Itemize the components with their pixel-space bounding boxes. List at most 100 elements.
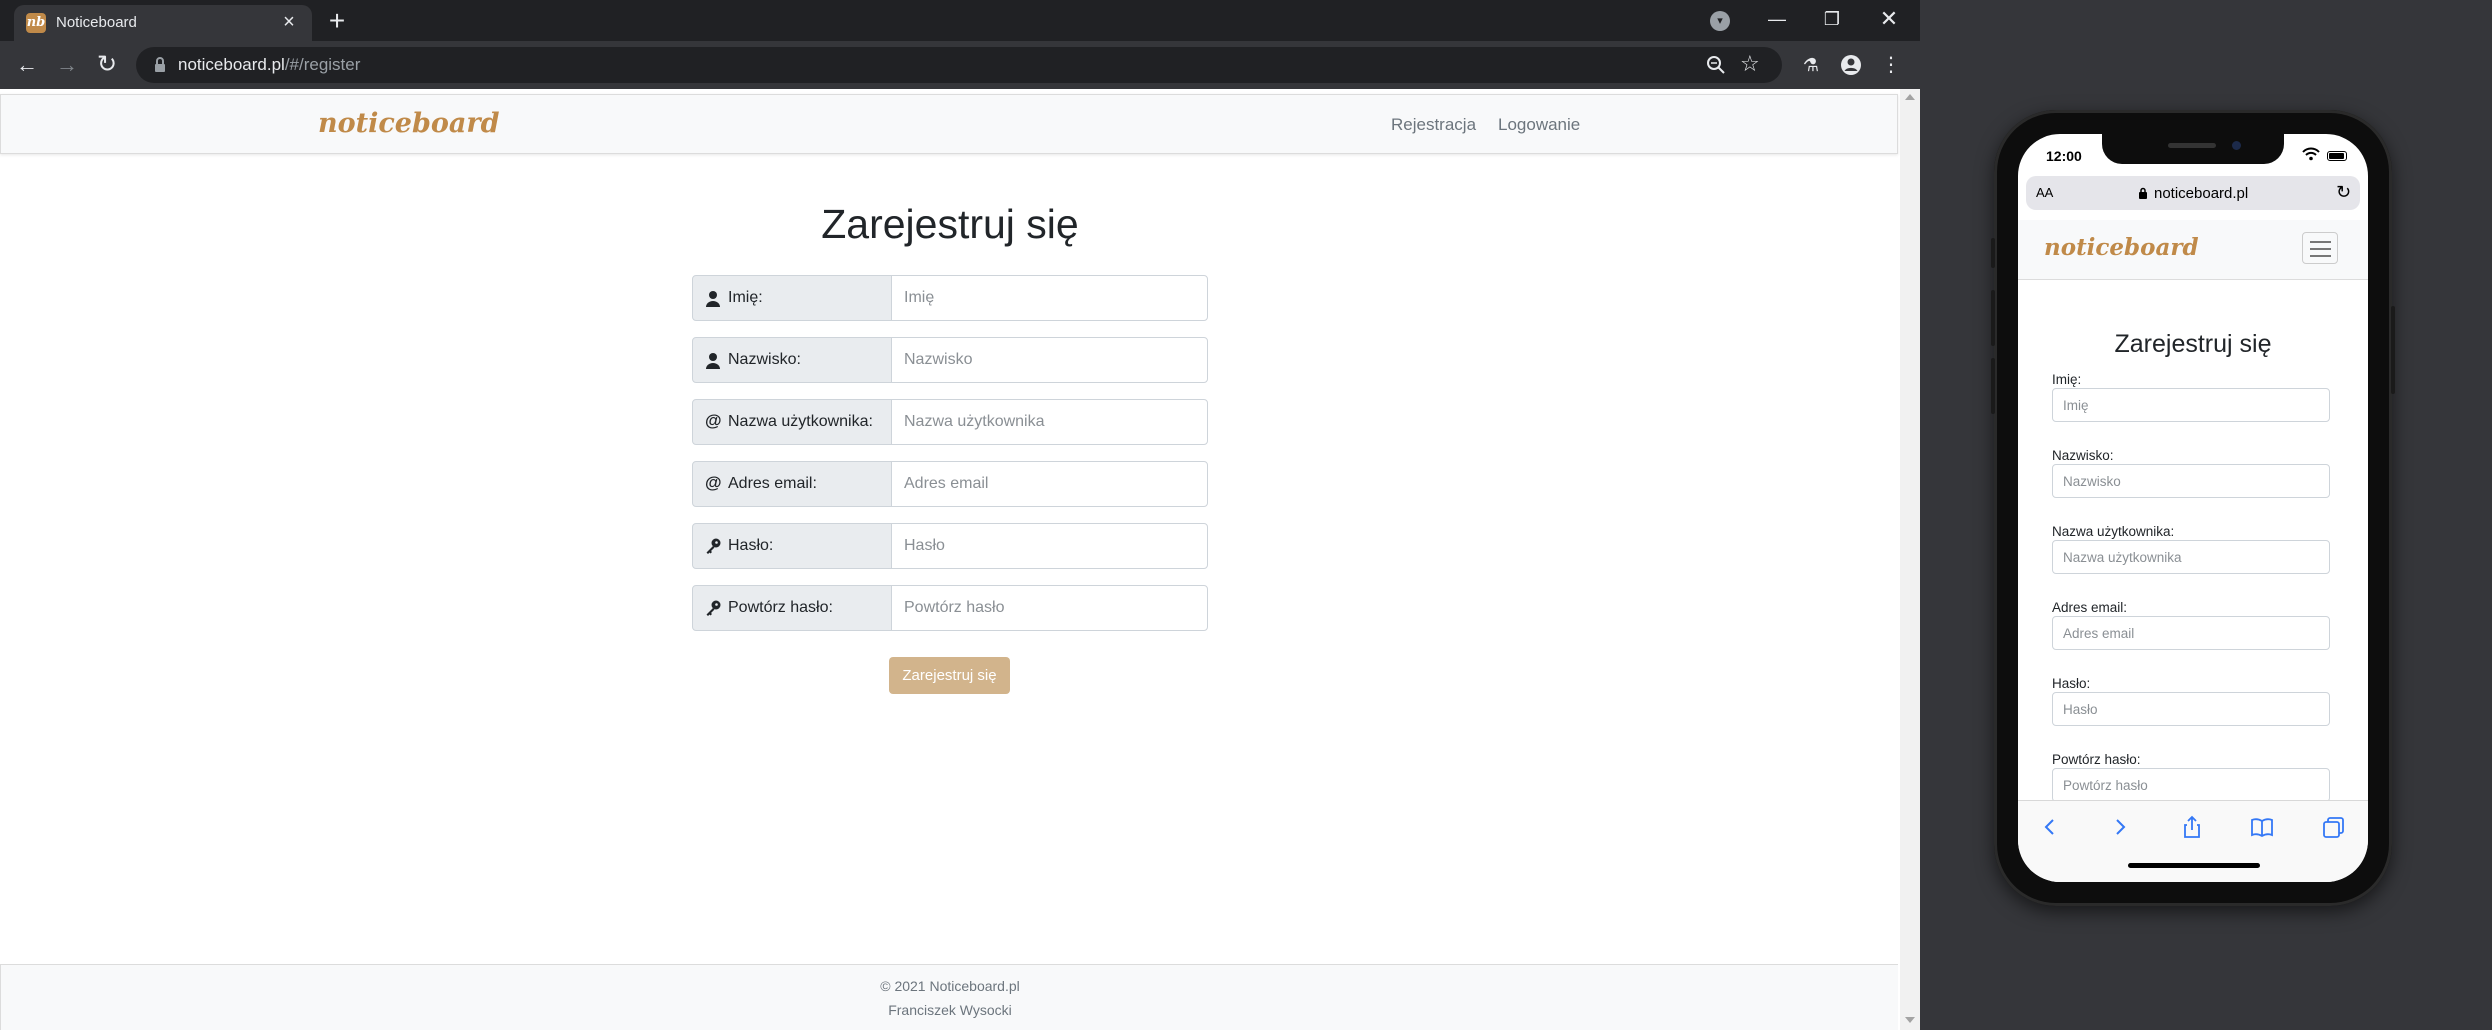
mobile-first-name-input[interactable]	[2052, 388, 2330, 422]
email-label: Adres email:	[728, 475, 817, 492]
mobile-navbar: noticeboard	[2018, 220, 2368, 280]
speaker-grille	[2168, 143, 2216, 148]
wifi-icon	[2302, 147, 2320, 161]
reload-icon[interactable]: ↻	[2336, 182, 2351, 203]
email-input[interactable]	[891, 461, 1208, 507]
page-title: Zarejestruj się	[821, 201, 1079, 247]
safari-back-icon[interactable]	[2036, 813, 2064, 841]
email-addon: @ Adres email:	[692, 461, 892, 507]
scroll-down-arrow-icon[interactable]	[1905, 1017, 1915, 1023]
mobile-last-name-input[interactable]	[2052, 464, 2330, 498]
repeat-password-row: Powtórz hasło:	[692, 585, 1208, 631]
address-bar[interactable]: noticeboard.pl/#/register ☆	[136, 47, 1782, 83]
hamburger-menu-icon[interactable]	[2302, 232, 2338, 264]
bookmarks-book-icon[interactable]	[2248, 813, 2276, 841]
tabs-overview-icon[interactable]	[2320, 813, 2348, 841]
bookmark-star-icon[interactable]: ☆	[1740, 51, 1760, 77]
favicon-icon: nb	[26, 13, 46, 33]
phone-notch	[2102, 134, 2284, 164]
close-tab-icon[interactable]: ×	[278, 11, 300, 33]
last-name-input[interactable]	[891, 337, 1208, 383]
last-name-row: Nazwisko:	[692, 337, 1208, 383]
user-icon	[706, 353, 720, 369]
last-name-addon: Nazwisko:	[692, 337, 892, 383]
key-icon	[706, 538, 721, 554]
repeat-password-addon: Powtórz hasło:	[692, 585, 892, 631]
safari-forward-icon[interactable]	[2106, 813, 2134, 841]
username-row: @ Nazwa użytkownika:	[692, 399, 1208, 445]
mobile-email-input[interactable]	[2052, 616, 2330, 650]
first-name-label: Imię:	[728, 289, 763, 306]
nav-register-link[interactable]: Rejestracja	[1391, 115, 1476, 135]
first-name-input[interactable]	[891, 275, 1208, 321]
username-input[interactable]	[891, 399, 1208, 445]
key-icon	[706, 600, 721, 616]
phone-screen: 12:00 AA noticeboard.pl ↻ noticeboard Za…	[2018, 134, 2368, 882]
footer-author: Franciszek Wysocki	[888, 1002, 1012, 1018]
page-viewport: noticeboard Rejestracja Logowanie Zareje…	[0, 89, 1900, 1030]
mobile-repeat-password-input[interactable]	[2052, 768, 2330, 802]
phone-volume-up	[1991, 290, 1995, 346]
phone-volume-down	[1991, 358, 1995, 414]
mobile-repeat-password-label: Powtórz hasło:	[2052, 752, 2141, 767]
first-name-row: Imię:	[692, 275, 1208, 321]
mobile-page-title: Zarejestruj się	[2114, 330, 2272, 358]
brand-logo[interactable]: noticeboard	[318, 108, 499, 139]
tab-search-icon[interactable]: ▾	[1710, 11, 1730, 31]
more-menu-icon[interactable]: ⋮	[1877, 51, 1905, 79]
phone-mockup: 12:00 AA noticeboard.pl ↻ noticeboard Za…	[1991, 110, 2395, 906]
back-arrow-icon[interactable]: ←	[12, 50, 42, 80]
labs-flask-icon[interactable]: ⚗	[1797, 51, 1825, 79]
footer-copyright: © 2021 Noticeboard.pl	[880, 978, 1020, 994]
lock-icon	[155, 57, 165, 72]
url-host: noticeboard.pl	[178, 55, 285, 74]
password-addon: Hasło:	[692, 523, 892, 569]
username-addon: @ Nazwa użytkownika:	[692, 399, 892, 445]
browser-toolbar: ← → ↻ noticeboard.pl/#/register ☆ ⚗ ⋮	[0, 41, 1920, 89]
site-navbar: noticeboard Rejestracja Logowanie	[0, 94, 1898, 154]
safari-address-bar[interactable]: AA noticeboard.pl ↻	[2026, 176, 2360, 210]
mobile-username-input[interactable]	[2052, 540, 2330, 574]
mobile-email-label: Adres email:	[2052, 600, 2128, 615]
minimize-window-button[interactable]: —	[1760, 4, 1794, 34]
close-window-button[interactable]: ✕	[1872, 4, 1906, 34]
site-footer: © 2021 Noticeboard.pl Franciszek Wysocki	[0, 964, 1898, 1030]
password-input[interactable]	[891, 523, 1208, 569]
safari-url: noticeboard.pl	[2154, 185, 2249, 202]
page-scrollbar[interactable]	[1900, 89, 1920, 1030]
url-text: noticeboard.pl/#/register	[178, 55, 360, 75]
new-tab-button[interactable]: +	[322, 6, 352, 36]
share-icon[interactable]	[2178, 813, 2206, 841]
phone-power-button	[2391, 306, 2395, 394]
scroll-up-arrow-icon[interactable]	[1905, 94, 1915, 100]
zoom-icon[interactable]	[1704, 53, 1728, 77]
mobile-last-name-label: Nazwisko:	[2052, 448, 2114, 463]
browser-tab[interactable]: nb Noticeboard ×	[14, 5, 312, 41]
nav-login-link[interactable]: Logowanie	[1498, 115, 1580, 135]
forward-arrow-icon[interactable]: →	[52, 50, 82, 80]
url-path: /#/register	[284, 55, 361, 74]
brand-logo[interactable]: noticeboard	[2044, 234, 2199, 261]
restore-window-button[interactable]: ❐	[1815, 4, 1849, 34]
safari-bottom-toolbar	[2018, 800, 2368, 882]
email-row: @ Adres email:	[692, 461, 1208, 507]
mobile-first-name-label: Imię:	[2052, 372, 2082, 387]
lock-icon	[2139, 187, 2147, 199]
mobile-password-input[interactable]	[2052, 692, 2330, 726]
first-name-addon: Imię:	[692, 275, 892, 321]
register-submit-button[interactable]: Zarejestruj się	[889, 657, 1010, 694]
tab-strip: nb Noticeboard × + ▾ — ❐ ✕	[0, 0, 1920, 41]
front-camera	[2232, 141, 2241, 150]
mobile-username-label: Nazwa użytkownika:	[2052, 524, 2175, 539]
repeat-password-input[interactable]	[891, 585, 1208, 631]
battery-icon	[2327, 151, 2347, 161]
text-size-aa-button[interactable]: AA	[2036, 185, 2053, 200]
username-label: Nazwa użytkownika:	[728, 413, 873, 430]
at-icon: @	[705, 473, 722, 492]
at-icon: @	[705, 411, 722, 430]
tab-title: Noticeboard	[56, 14, 137, 31]
user-icon	[706, 291, 720, 307]
reload-icon[interactable]: ↻	[92, 50, 122, 80]
last-name-label: Nazwisko:	[728, 351, 801, 368]
profile-avatar-icon[interactable]	[1837, 51, 1865, 79]
